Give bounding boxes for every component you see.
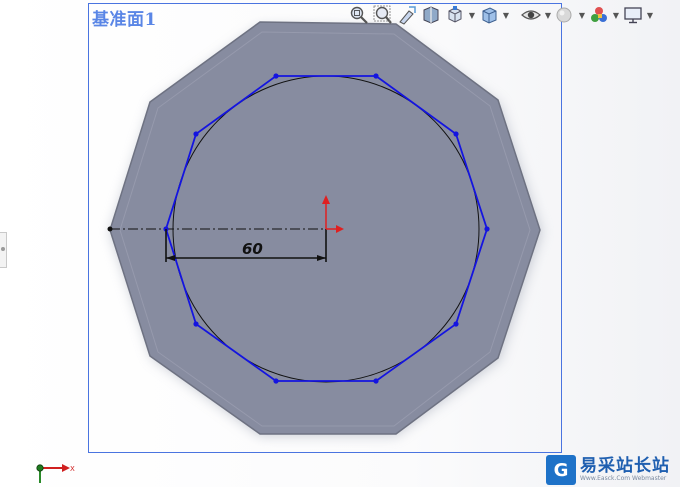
apply-scene-icon[interactable]	[588, 4, 610, 26]
watermark-logo: G	[546, 455, 576, 485]
display-style-icon[interactable]	[478, 4, 500, 26]
chevron-down-icon[interactable]: ▼	[544, 4, 552, 26]
chevron-down-icon[interactable]: ▼	[612, 4, 620, 26]
previous-view-icon[interactable]	[396, 4, 418, 26]
chevron-down-icon[interactable]: ▼	[468, 4, 476, 26]
section-view-icon[interactable]	[420, 4, 442, 26]
heads-up-view-toolbar: ▼ ▼ ▼ ▼ ▼ ▼	[348, 4, 654, 26]
view-orientation-icon[interactable]	[444, 4, 466, 26]
watermark-title: 易采站长站	[580, 456, 670, 476]
feature-manager-collapse-tab[interactable]	[0, 232, 7, 268]
plane-label[interactable]: 基准面1	[92, 5, 157, 30]
zoom-to-fit-icon[interactable]	[348, 4, 370, 26]
sketch-plane-frame[interactable]	[88, 3, 562, 453]
chevron-down-icon[interactable]: ▼	[646, 4, 654, 26]
triad-x-label: X	[70, 465, 75, 473]
view-settings-icon[interactable]	[622, 4, 644, 26]
grip-icon	[1, 247, 5, 251]
reference-triad: X	[36, 464, 75, 483]
watermark: G 易采站长站 Www.Easck.Com Webmaster	[546, 453, 680, 487]
chevron-down-icon[interactable]: ▼	[578, 4, 586, 26]
chevron-down-icon[interactable]: ▼	[502, 4, 510, 26]
watermark-subtitle: Www.Easck.Com Webmaster	[580, 475, 667, 482]
edit-appearance-icon[interactable]	[554, 4, 576, 26]
hide-show-items-icon[interactable]	[520, 4, 542, 26]
zoom-area-icon[interactable]	[372, 4, 394, 26]
